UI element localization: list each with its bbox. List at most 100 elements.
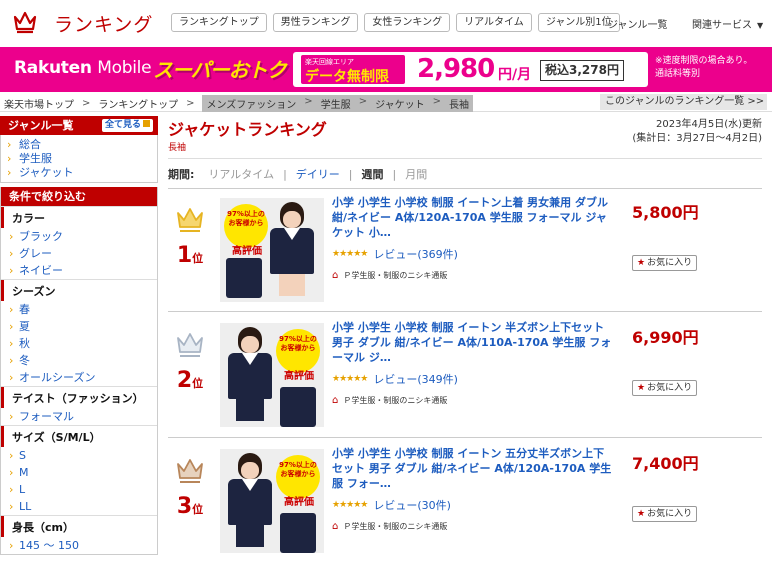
review-link[interactable]: レビュー(349件): [373, 371, 458, 387]
rakuten-mobile-banner[interactable]: Rakuten Mobile スーパーおトク 楽天回線エリア データ無制限 2,…: [0, 47, 772, 92]
jacket-photo: [226, 258, 262, 298]
banner-notes: ※速度制限の場合あり。 通話料等別: [655, 55, 770, 81]
sidebar: ジャンル一覧 全て見る 総合 学生服 ジャケット 条件で絞り込む カラー ブラッ…: [0, 116, 158, 555]
star-icon: ★: [637, 258, 646, 268]
rank-suffix: 位: [192, 503, 204, 516]
rank-badge: 1位: [168, 205, 212, 268]
shop-link[interactable]: Ｐ学生服・制服のニシキ通販: [343, 270, 447, 281]
filter-season-summer[interactable]: 夏: [1, 318, 157, 335]
period-sep: |: [348, 167, 353, 181]
star-rating-icon: ★★★★★: [332, 249, 368, 259]
rank-number: 2位: [168, 368, 212, 393]
genre-list-link[interactable]: ジャンル一覧: [608, 16, 668, 31]
filter-color-black[interactable]: ブラック: [1, 228, 157, 245]
filter-group-color: カラー ブラック グレー ネイビー: [1, 206, 157, 279]
filter-color-navy[interactable]: ネイビー: [1, 262, 157, 279]
rank-value: 3: [176, 494, 193, 519]
genre-item-school-uniform[interactable]: 学生服: [7, 152, 157, 166]
filter-season-all[interactable]: オールシーズン: [1, 369, 157, 386]
favorite-button[interactable]: ★ お気に入り: [632, 506, 698, 522]
star-rating-icon: ★★★★★: [332, 500, 368, 510]
genre-ranking-list-link[interactable]: このジャンルのランキング一覧 >>: [600, 94, 767, 110]
rank-suffix: 位: [192, 252, 204, 265]
ranking-brand-link[interactable]: ランキング: [54, 10, 153, 37]
breadcrumb-school-uniform[interactable]: 学生服: [321, 96, 351, 111]
show-all-button[interactable]: 全て見る: [101, 119, 153, 132]
favorite-button[interactable]: ★ お気に入り: [632, 380, 698, 396]
genre-list: 総合 学生服 ジャケット: [0, 135, 158, 183]
period-daily[interactable]: デイリー: [296, 166, 340, 182]
period-realtime[interactable]: リアルタイム: [208, 166, 274, 182]
filter-group-title: カラー: [1, 207, 157, 228]
related-services-link[interactable]: 関連サービス ▼: [692, 16, 763, 31]
breadcrumb-sep: >: [304, 96, 313, 107]
banner-price-box: 楽天回線エリア データ無制限 2,980 円/月 税込3,278円: [293, 52, 648, 87]
filter-size-m[interactable]: M: [1, 464, 157, 481]
breadcrumb-jacket[interactable]: ジャケット: [375, 96, 425, 111]
nav-male-ranking[interactable]: 男性ランキング: [272, 13, 359, 32]
filter-height-145-150[interactable]: 145 ～ 150: [1, 537, 157, 554]
product-info: 小学 小学生 小学校 制服 イートン 半ズボン上下セット 男子 ダブル 紺/ネイ…: [332, 320, 612, 406]
filter-color-gray[interactable]: グレー: [1, 245, 157, 262]
filter-season-spring[interactable]: 春: [1, 301, 157, 318]
product-price: 5,800円: [632, 203, 699, 222]
badge-caption: 97%以上のお客様から: [279, 335, 317, 352]
filter-season-winter[interactable]: 冬: [1, 352, 157, 369]
filter-taste-formal[interactable]: フォーマル: [1, 408, 157, 425]
shop-link[interactable]: Ｐ学生服・制服のニシキ通販: [343, 395, 447, 406]
badge-caption: 97%以上のお客様から: [227, 210, 265, 227]
badge-main: 高評価: [284, 371, 314, 382]
banner-note-1: ※速度制限の場合あり。: [655, 56, 753, 66]
banner-tax-price: 税込3,278円: [540, 60, 624, 81]
review-row: ★★★★★ レビュー(30件): [332, 497, 612, 513]
filter-season-autumn[interactable]: 秋: [1, 335, 157, 352]
nav-female-ranking[interactable]: 女性ランキング: [364, 13, 451, 32]
filter-panel: 条件で絞り込む カラー ブラック グレー ネイビー シーズン 春 夏 秋 冬 オ…: [0, 187, 158, 555]
nav-ranking-top[interactable]: ランキングトップ: [171, 13, 267, 32]
product-photo: [224, 327, 278, 423]
favorite-label: お気に入り: [647, 509, 693, 519]
period-monthly: 月間: [405, 168, 428, 181]
review-link[interactable]: レビュー(30件): [373, 497, 451, 513]
banner-price-unit: 円/月: [498, 67, 532, 83]
jacket-photo: [280, 387, 316, 427]
breadcrumb-rakuten-top[interactable]: 楽天市場トップ: [4, 96, 74, 111]
breadcrumb-sep: >: [358, 96, 368, 107]
product-info: 小学 小学生 小学校 制服 イートン上着 男女兼用 ダブル 紺/ネイビー A体/…: [332, 195, 612, 281]
period-selector: 期間: リアルタイム | デイリー | 週間 | 月間: [168, 166, 427, 182]
product-info: 小学 小学生 小学校 制服 イートン 五分丈半ズボン上下セット 男子 ダブル 紺…: [332, 446, 612, 532]
product-title-link[interactable]: 小学 小学生 小学校 制服 イートン 五分丈半ズボン上下セット 男子 ダブル 紺…: [332, 446, 612, 491]
product-price: 7,400円: [632, 454, 699, 473]
shop-link[interactable]: Ｐ学生服・制服のニシキ通販: [343, 521, 447, 532]
filter-size-s[interactable]: S: [1, 447, 157, 464]
product-image[interactable]: 97%以上のお客様から 高評価: [220, 198, 324, 302]
site-header: ランキング ランキングトップ 男性ランキング 女性ランキング リアルタイム ジャ…: [0, 0, 772, 47]
breadcrumb-ranking-top[interactable]: ランキングトップ: [98, 96, 178, 111]
product-title-link[interactable]: 小学 小学生 小学校 制服 イートン上着 男女兼用 ダブル 紺/ネイビー A体/…: [332, 195, 612, 240]
product-title-link[interactable]: 小学 小学生 小学校 制服 イートン 半ズボン上下セット 男子 ダブル 紺/ネイ…: [332, 320, 612, 365]
product-image[interactable]: 97%以上のお客様から 高評価: [220, 449, 324, 553]
plan-box: 楽天回線エリア データ無制限: [301, 55, 405, 85]
filter-header: 条件で絞り込む: [1, 187, 157, 206]
crown-icon: [177, 333, 203, 357]
shop-row: ⌂ Ｐ学生服・制服のニシキ通販: [332, 521, 612, 532]
breadcrumb-mens-fashion[interactable]: メンズファッション: [206, 96, 296, 111]
nav-realtime[interactable]: リアルタイム: [456, 13, 532, 32]
logo-main: Rakuten: [14, 58, 92, 78]
period-label: 期間:: [168, 168, 195, 181]
filter-size-ll[interactable]: LL: [1, 498, 157, 515]
genre-item-jacket[interactable]: ジャケット: [7, 166, 157, 180]
genre-item-all[interactable]: 総合: [7, 138, 157, 152]
crown-logo-icon[interactable]: [12, 9, 38, 35]
review-link[interactable]: レビュー(369件): [373, 246, 458, 262]
favorite-label: お気に入り: [647, 383, 693, 393]
filter-group-title: 身長（cm）: [1, 516, 157, 537]
filter-size-l[interactable]: L: [1, 481, 157, 498]
rakuten-mobile-logo: Rakuten Mobile: [14, 58, 152, 78]
favorite-button[interactable]: ★ お気に入り: [632, 255, 698, 271]
chevron-down-icon: ▼: [757, 21, 764, 30]
badge-main: 高評価: [232, 246, 262, 257]
badge-caption: 97%以上のお客様から: [279, 461, 317, 478]
review-row: ★★★★★ レビュー(349件): [332, 371, 612, 387]
product-image[interactable]: 97%以上のお客様から 高評価: [220, 323, 324, 427]
